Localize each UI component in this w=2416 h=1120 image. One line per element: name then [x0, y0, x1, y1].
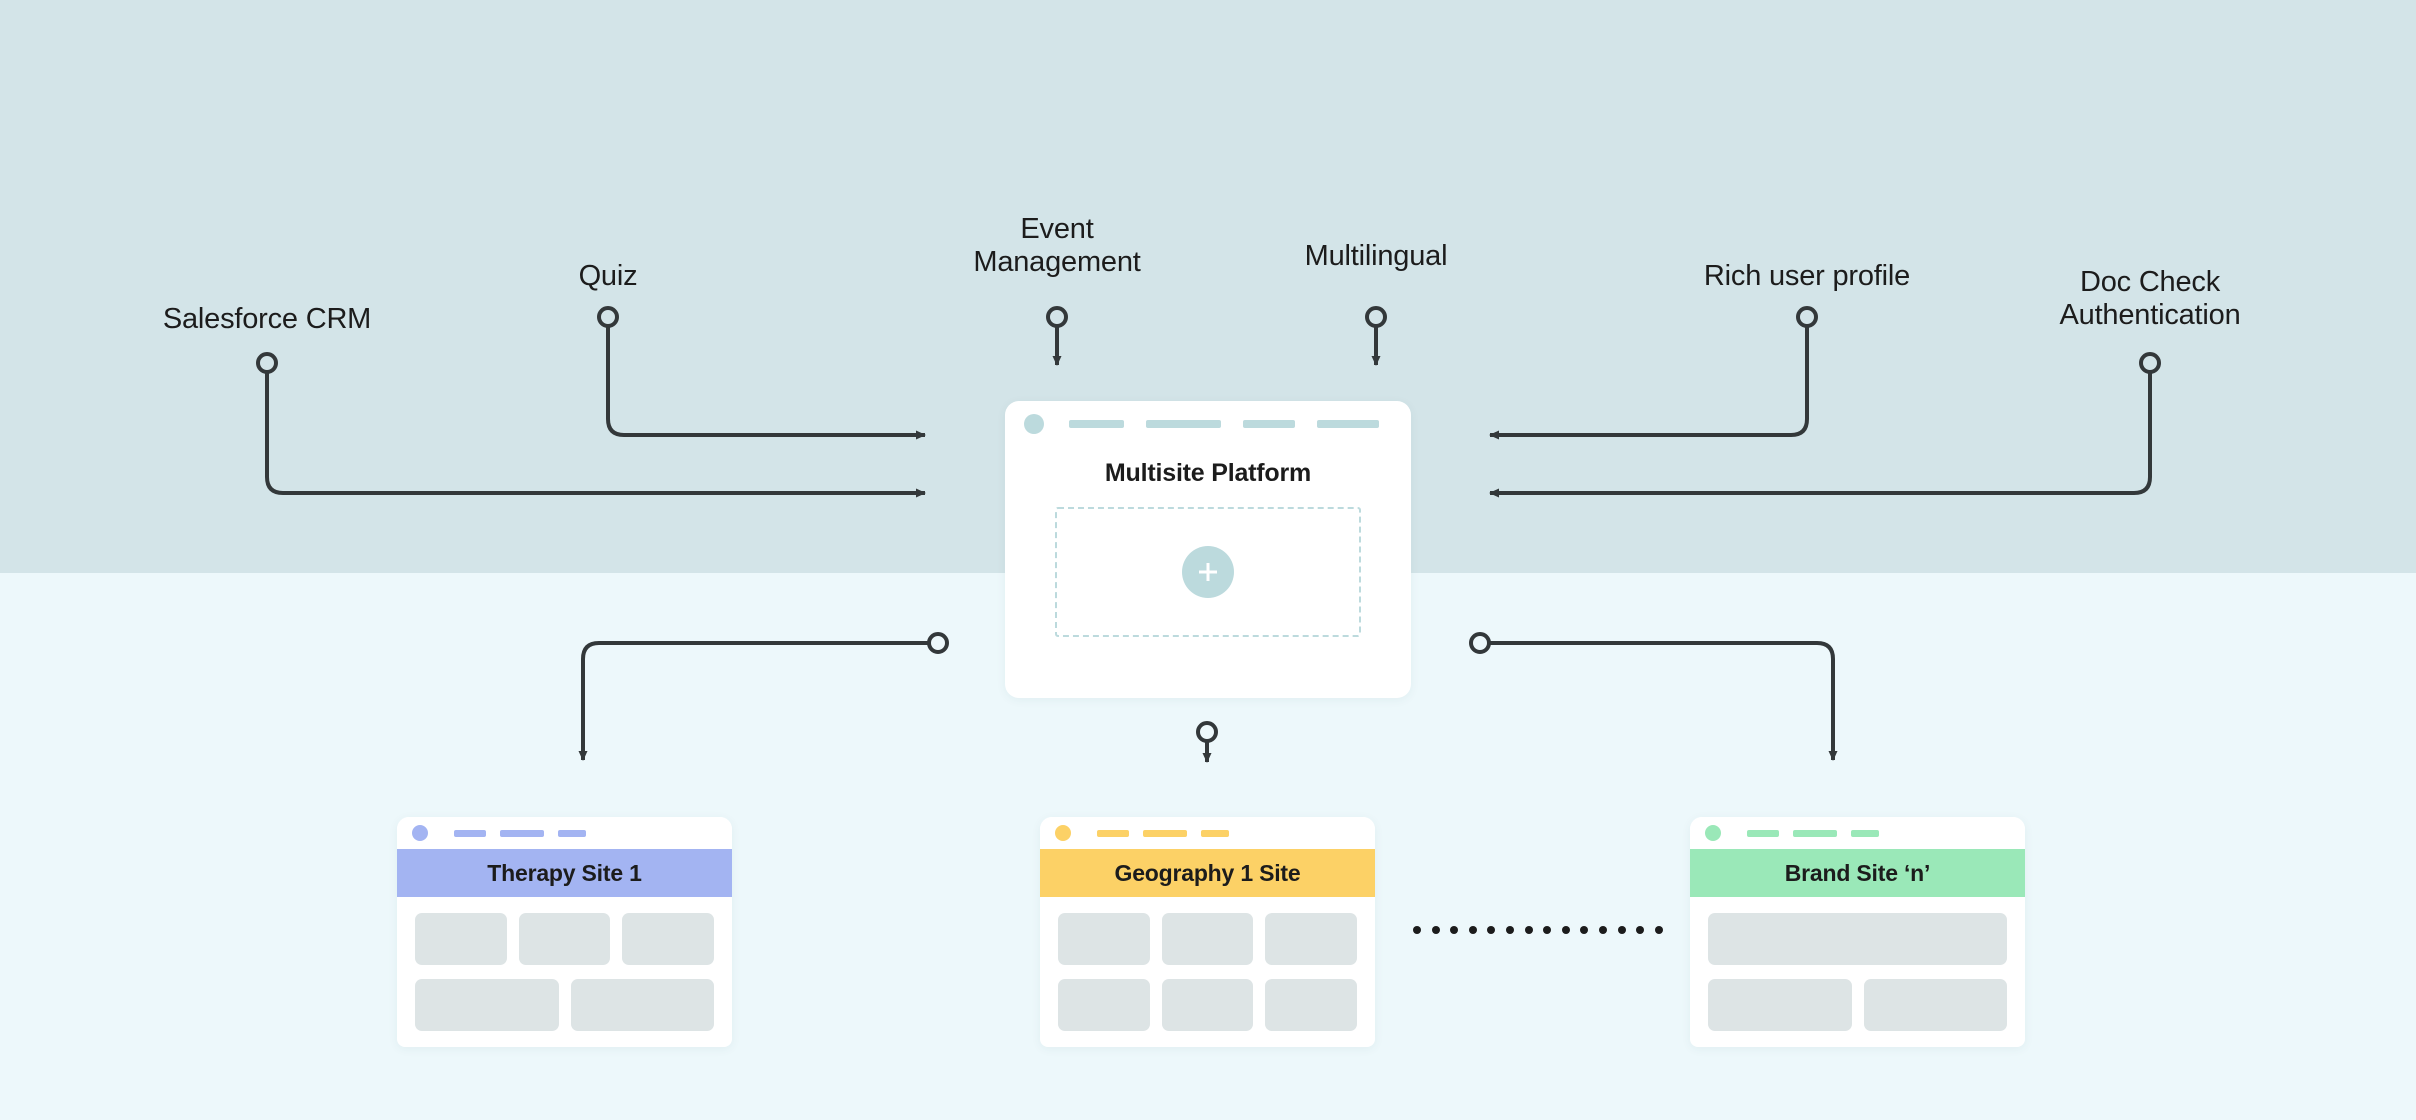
content-row — [1708, 913, 2007, 965]
site-title-geography: Geography 1 Site — [1040, 849, 1375, 897]
platform-browser-chrome — [1005, 401, 1411, 447]
content-block — [518, 913, 611, 965]
window-dot-icon — [1024, 414, 1044, 434]
separator-dot — [1487, 926, 1496, 934]
content-block — [1058, 913, 1150, 965]
site-title-therapy: Therapy Site 1 — [397, 849, 732, 897]
content-block — [1161, 913, 1254, 965]
content-block — [1863, 979, 2007, 1031]
nav-bar-placeholder — [1747, 829, 1779, 837]
separator-dot — [1468, 926, 1477, 934]
nav-bar-placeholder — [1097, 829, 1129, 837]
content-block — [622, 913, 715, 965]
plus-icon[interactable] — [1182, 546, 1234, 598]
separator-dot — [1413, 926, 1421, 934]
drop-area[interactable] — [1055, 507, 1361, 637]
label-rich-user-profile: Rich user profile — [1703, 260, 1911, 292]
content-row — [1058, 979, 1358, 1031]
site-title-brand: Brand Site ‘n’ — [1690, 849, 2025, 897]
nav-bar-placeholder — [454, 829, 486, 837]
content-row — [415, 979, 714, 1031]
content-block — [415, 913, 507, 965]
label-multilingual: Multilingual — [1304, 240, 1448, 272]
multisite-platform-card[interactable]: Multisite Platform — [1005, 401, 1411, 698]
nav-bar-placeholder — [1146, 420, 1221, 428]
site-card-brand[interactable]: Brand Site ‘n’ — [1690, 817, 2025, 1047]
separator-dot — [1580, 926, 1589, 934]
content-block — [1161, 979, 1254, 1031]
nav-bar-placeholder — [1069, 420, 1124, 428]
site-card-therapy[interactable]: Therapy Site 1 — [397, 817, 732, 1047]
content-block — [415, 979, 559, 1031]
label-quiz: Quiz — [578, 260, 638, 292]
separator-dot — [1561, 926, 1570, 934]
site-content-geography — [1040, 897, 1375, 1031]
nav-bar-placeholder — [500, 829, 544, 837]
nav-bar-placeholder — [1793, 829, 1837, 837]
content-block — [570, 979, 714, 1031]
site-content-therapy — [397, 897, 732, 1031]
site-content-brand — [1690, 897, 2025, 1031]
separator-dot — [1617, 926, 1626, 934]
site-nav-bars — [1747, 829, 1879, 837]
site-browser-chrome — [1690, 817, 2025, 849]
separator-dot — [1598, 926, 1607, 934]
platform-title: Multisite Platform — [1104, 459, 1312, 487]
nav-bar-placeholder — [1201, 829, 1229, 837]
diagram-canvas: Salesforce CRM Quiz Event Management Mul… — [0, 0, 2416, 1120]
platform-nav-bars — [1069, 420, 1379, 428]
window-dot-icon — [412, 825, 428, 841]
content-block — [1058, 979, 1150, 1031]
site-nav-bars — [454, 829, 586, 837]
label-doc-check-authentication: Doc Check Authentication — [2059, 266, 2241, 332]
window-dot-icon — [1705, 825, 1721, 841]
separator-dot — [1543, 926, 1552, 934]
nav-bar-placeholder — [558, 829, 586, 837]
nav-bar-placeholder — [1243, 420, 1295, 428]
nav-bar-placeholder — [1317, 420, 1379, 428]
content-block — [1265, 913, 1358, 965]
nav-bar-placeholder — [1851, 829, 1879, 837]
content-block — [1708, 913, 2007, 965]
separator-dot — [1431, 926, 1440, 934]
label-event-management: Event Management — [973, 213, 1141, 279]
window-dot-icon — [1055, 825, 1071, 841]
site-browser-chrome — [397, 817, 732, 849]
label-salesforce-crm: Salesforce CRM — [162, 303, 372, 335]
separator-dot — [1636, 926, 1645, 934]
content-block — [1708, 979, 1852, 1031]
site-nav-bars — [1097, 829, 1229, 837]
ellipsis-separator — [1413, 926, 1663, 934]
separator-dot — [1524, 926, 1533, 934]
content-row — [415, 913, 715, 965]
separator-dot — [1654, 926, 1663, 934]
separator-dot — [1450, 926, 1459, 934]
separator-dot — [1505, 926, 1514, 934]
content-row — [1708, 979, 2007, 1031]
site-browser-chrome — [1040, 817, 1375, 849]
nav-bar-placeholder — [1143, 829, 1187, 837]
content-row — [1058, 913, 1358, 965]
content-block — [1265, 979, 1358, 1031]
site-card-geography[interactable]: Geography 1 Site — [1040, 817, 1375, 1047]
